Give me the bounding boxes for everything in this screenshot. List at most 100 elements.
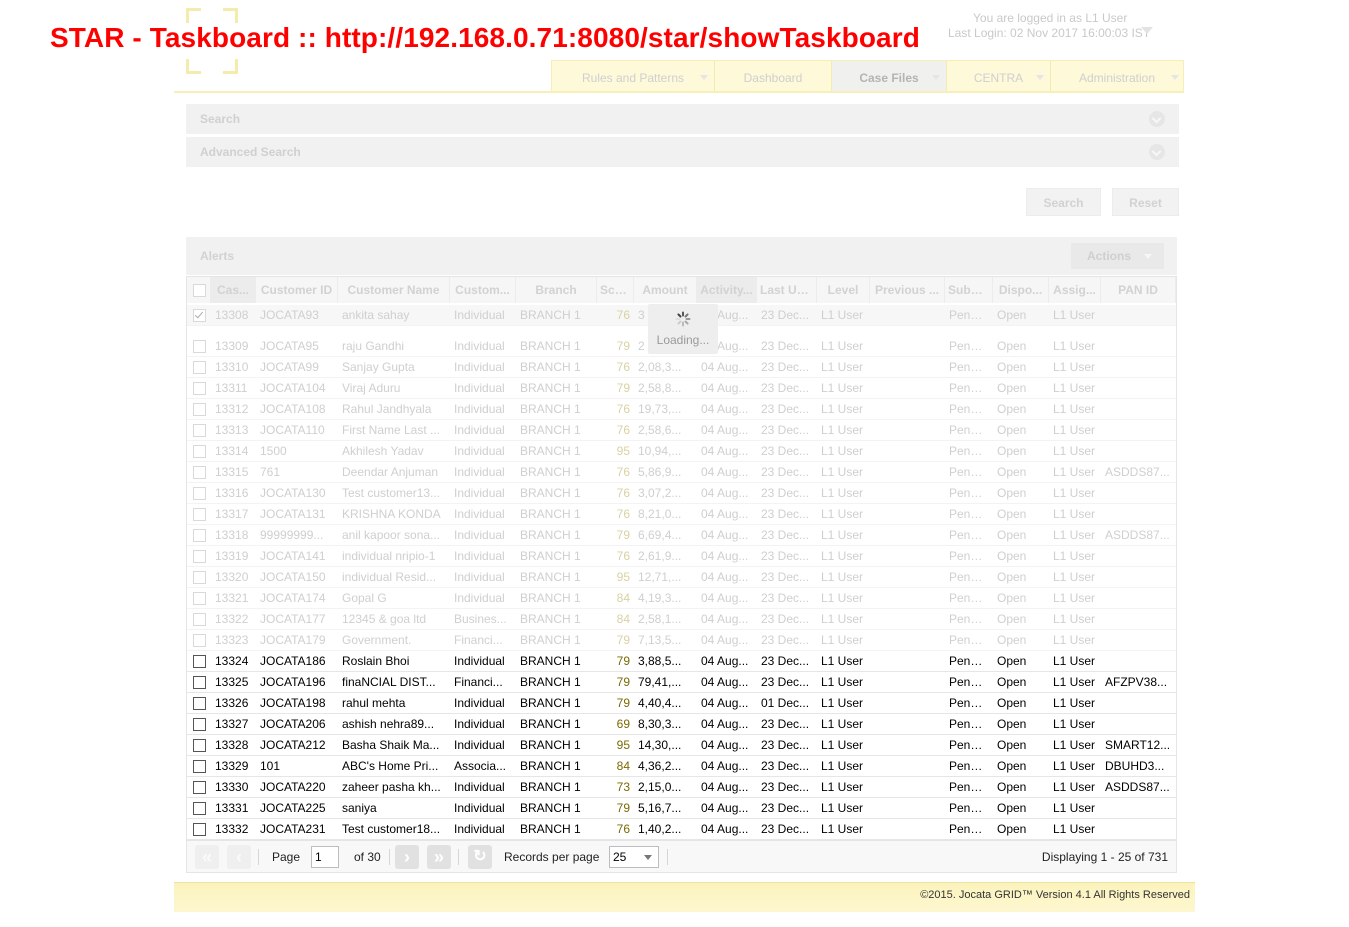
column-header[interactable]: Custom... [450, 277, 516, 303]
column-header[interactable]: Assig... [1049, 277, 1101, 303]
table-row[interactable]: 13330 JOCATA220 zaheer pasha kh... Individu… [187, 777, 1176, 798]
row-checkbox[interactable] [193, 760, 206, 773]
table-cell: L1 User [1053, 822, 1096, 836]
table-cell: zaheer pasha kh... [342, 780, 441, 794]
table-row[interactable]: 13332 JOCATA231 Test customer18... Individu… [187, 819, 1176, 840]
next-page-button[interactable]: › [395, 845, 419, 869]
table-row[interactable]: 13317 JOCATA131 KRISHNA KONDA Individual BRA… [187, 504, 1176, 525]
row-checkbox[interactable] [193, 550, 206, 563]
table-row[interactable]: 13318 99999999... anil kapoor sona... Indiv… [187, 525, 1176, 546]
row-checkbox[interactable] [193, 508, 206, 521]
column-header[interactable]: Cas... [211, 277, 256, 303]
last-page-button[interactable]: » [427, 845, 451, 869]
records-per-page-select[interactable]: 25 [609, 846, 659, 868]
row-checkbox[interactable] [193, 445, 206, 458]
table-row[interactable]: 13310 JOCATA99 Sanjay Gupta Individual BRANC… [187, 357, 1176, 378]
row-checkbox[interactable] [193, 718, 206, 731]
row-checkbox[interactable] [193, 309, 206, 322]
table-row[interactable]: 13312 JOCATA108 Rahul Jandhyala Individual B… [187, 399, 1176, 420]
table-cell: 76 [616, 308, 630, 322]
column-header[interactable]: Score [597, 277, 634, 303]
row-checkbox[interactable] [193, 613, 206, 626]
table-row[interactable]: 13320 JOCATA150 individual Resid... Individ… [187, 567, 1176, 588]
chevron-down-icon[interactable] [1149, 144, 1165, 160]
column-header[interactable]: Previous ... [870, 277, 945, 303]
table-cell: BRANCH 1 [520, 423, 581, 437]
row-checkbox[interactable] [193, 340, 206, 353]
first-page-button[interactable]: « [195, 845, 219, 869]
row-checkbox[interactable] [193, 592, 206, 605]
column-header[interactable]: Dispo... [993, 277, 1049, 303]
row-checkbox[interactable] [193, 655, 206, 668]
nav-tab-rules-and-patterns[interactable]: Rules and Patterns [552, 61, 715, 91]
row-checkbox[interactable] [193, 529, 206, 542]
table-row[interactable]: 13314 1500 Akhilesh Yadav Individual BRANCH … [187, 441, 1176, 462]
table-row[interactable]: 13322 JOCATA177 12345 & goa ltd Busines... B… [187, 609, 1176, 630]
table-cell: L1 User [1053, 549, 1096, 563]
column-header[interactable]: Branch [516, 277, 597, 303]
row-checkbox[interactable] [193, 424, 206, 437]
table-cell: JOCATA141 [260, 549, 326, 563]
table-cell: Rahul Jandhyala [342, 402, 432, 416]
column-header[interactable]: Level [817, 277, 870, 303]
table-cell: 23 Dec... [761, 507, 810, 521]
column-header[interactable]: Customer ID [256, 277, 338, 303]
table-row[interactable]: 13323 JOCATA179 Government. Financi... BRANC… [187, 630, 1176, 651]
table-cell: 04 Aug... [701, 654, 749, 668]
row-checkbox[interactable] [193, 802, 206, 815]
table-cell: L1 User [1053, 507, 1096, 521]
page-number-input[interactable] [311, 846, 339, 868]
table-row[interactable]: 13329 101 ABC's Home Pri... Associa... BRANC… [187, 756, 1176, 777]
column-header[interactable]: Activity... [697, 277, 757, 303]
table-cell: 13326 [215, 696, 249, 710]
table-row[interactable]: 13321 JOCATA174 Gopal G Individual BRANCH 1 8… [187, 588, 1176, 609]
advanced-search-panel-header[interactable]: Advanced Search [186, 137, 1179, 167]
table-row[interactable]: 13316 JOCATA130 Test customer13... Individu… [187, 483, 1176, 504]
table-cell: Pendi... [949, 570, 990, 584]
table-row[interactable]: 13319 JOCATA141 individual nripio-1 Individ… [187, 546, 1176, 567]
actions-button[interactable]: Actions [1071, 243, 1164, 269]
row-checkbox[interactable] [193, 571, 206, 584]
row-checkbox[interactable] [193, 487, 206, 500]
table-cell: Pendi... [949, 696, 990, 710]
row-checkbox[interactable] [193, 466, 206, 479]
nav-tab-centra[interactable]: CENTRA [947, 61, 1051, 91]
table-row[interactable]: 13315 761 Deendar Anjuman Individual BRANCH … [187, 462, 1176, 483]
search-button[interactable]: Search [1026, 188, 1101, 216]
column-header[interactable]: Last Up... [757, 277, 817, 303]
row-checkbox[interactable] [193, 823, 206, 836]
row-checkbox[interactable] [193, 403, 206, 416]
table-row[interactable]: 13331 JOCATA225 saniya Individual BRANCH 1 79… [187, 798, 1176, 819]
column-header[interactable]: PAN ID [1101, 277, 1176, 303]
nav-tab-case-files[interactable]: Case Files [832, 61, 947, 91]
nav-tab-dashboard[interactable]: Dashboard [715, 61, 832, 91]
column-header[interactable]: Subst... [945, 277, 993, 303]
table-row[interactable]: 13328 JOCATA212 Basha Shaik Ma... Individua… [187, 735, 1176, 756]
reset-button[interactable]: Reset [1112, 188, 1179, 216]
table-row[interactable]: 13313 JOCATA110 First Name Last ... Individ… [187, 420, 1176, 441]
row-checkbox[interactable] [193, 676, 206, 689]
column-header[interactable]: Amount [634, 277, 697, 303]
row-checkbox[interactable] [193, 781, 206, 794]
table-cell: 23 Dec... [761, 654, 810, 668]
prev-page-button[interactable]: ‹ [227, 845, 251, 869]
row-checkbox[interactable] [193, 382, 206, 395]
chevron-down-icon[interactable] [1149, 111, 1165, 127]
search-panel-header[interactable]: Search [186, 104, 1179, 134]
table-row[interactable]: 13324 JOCATA186 Roslain Bhoi Individual BRAN… [187, 651, 1176, 672]
user-menu-chevron-down-icon[interactable] [1141, 27, 1153, 34]
row-checkbox[interactable] [193, 634, 206, 647]
refresh-icon[interactable]: ↻ [468, 845, 492, 869]
row-checkbox[interactable] [193, 361, 206, 374]
table-row[interactable]: 13326 JOCATA198 rahul mehta Individual BRANC… [187, 693, 1176, 714]
column-header[interactable]: Customer Name [338, 277, 450, 303]
table-row[interactable]: 13327 JOCATA206 ashish nehra89... Individua… [187, 714, 1176, 735]
select-all-checkbox[interactable] [193, 284, 206, 297]
select-all-header[interactable] [187, 277, 211, 303]
table-row[interactable]: 13325 JOCATA196 finaNCIAL DIST... Financi..… [187, 672, 1176, 693]
row-checkbox[interactable] [193, 739, 206, 752]
table-cell: BRANCH 1 [520, 381, 581, 395]
table-row[interactable]: 13311 JOCATA104 Viraj Aduru Individual BRANC… [187, 378, 1176, 399]
row-checkbox[interactable] [193, 697, 206, 710]
nav-tab-administration[interactable]: Administration [1051, 61, 1183, 91]
